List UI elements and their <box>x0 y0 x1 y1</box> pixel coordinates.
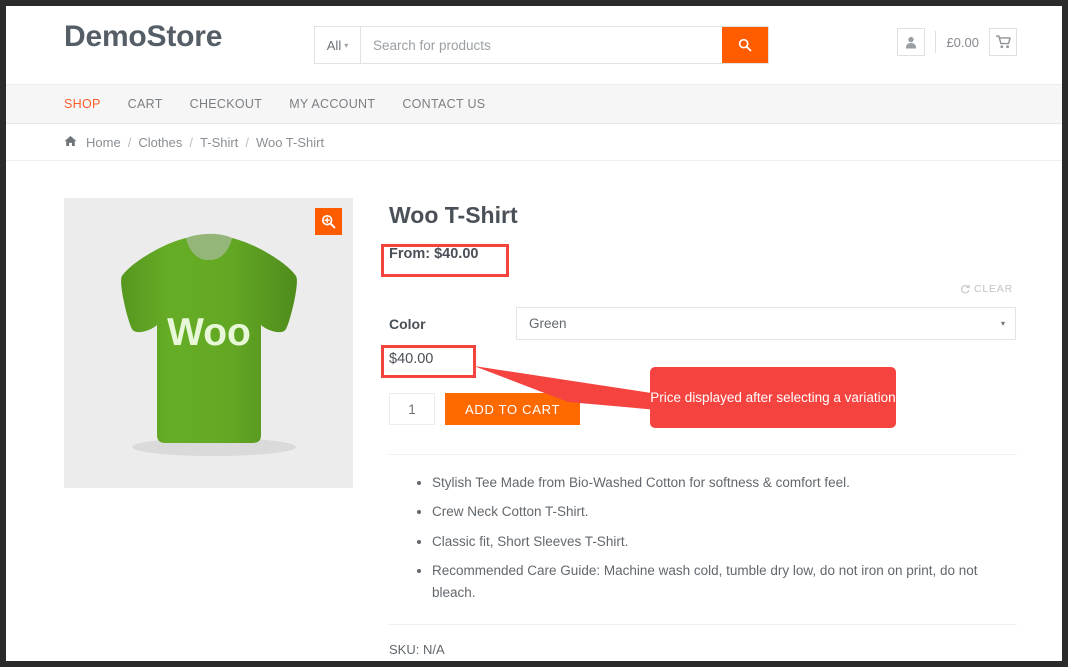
site-logo[interactable]: DemoStore <box>64 20 222 54</box>
annotation-callout: Price displayed after selecting a variat… <box>650 367 896 428</box>
breadcrumb-separator: / <box>189 134 194 150</box>
sku-value: N/A <box>422 642 445 658</box>
browser-page: DemoStore All ▾ £0.00 <box>6 6 1062 661</box>
home-icon <box>64 135 77 150</box>
list-item: Classic fit, Short Sleeves T-Shirt. <box>432 531 1017 553</box>
breadcrumb-item-tshirt[interactable]: T-Shirt <box>200 135 238 150</box>
shopping-cart-icon <box>995 35 1011 49</box>
chevron-down-icon: ▾ <box>1000 319 1005 328</box>
attribute-select-color[interactable]: Green ▾ <box>516 307 1016 340</box>
clear-variation-row: CLEAR <box>389 281 1017 299</box>
product-summary: Woo T-Shirt From: $40.00 CLEAR Color Gre… <box>389 198 1017 661</box>
list-item: Recommended Care Guide: Machine wash col… <box>432 560 1017 605</box>
cart-button[interactable] <box>989 28 1017 56</box>
header-actions: £0.00 <box>897 28 1017 56</box>
product-gallery[interactable]: Woo <box>64 198 353 488</box>
attribute-label-color: Color <box>389 315 426 332</box>
my-account-button[interactable] <box>897 28 926 56</box>
breadcrumb-separator: / <box>127 134 132 150</box>
nav-item-checkout[interactable]: CHECKOUT <box>190 97 263 111</box>
breadcrumb: Home / Clothes / T-Shirt / Woo T-Shirt <box>6 124 1062 161</box>
nav-item-shop[interactable]: SHOP <box>64 97 101 111</box>
annotation-callout-text: Price displayed after selecting a variat… <box>650 390 896 405</box>
product-description: Stylish Tee Made from Bio-Washed Cotton … <box>389 454 1017 604</box>
product-sku: SKU: N/A <box>389 640 1017 660</box>
breadcrumb-item-current: Woo T-Shirt <box>255 134 325 150</box>
variation-price: $40.00 <box>389 351 434 367</box>
cart-total: £0.00 <box>946 34 979 50</box>
header-divider <box>935 31 937 53</box>
product-search-form: All ▾ <box>314 26 769 64</box>
main-navigation: SHOP CART CHECKOUT MY ACCOUNT CONTACT US <box>6 84 1062 124</box>
search-submit-button[interactable] <box>722 27 768 63</box>
quantity-input[interactable] <box>389 393 435 425</box>
search-input[interactable] <box>361 27 722 63</box>
product-meta: SKU: N/A Categories: Clothes, T-Shirt <box>389 624 1017 661</box>
search-category-label: All <box>326 37 342 53</box>
nav-item-cart[interactable]: CART <box>128 97 163 111</box>
chevron-down-icon: ▾ <box>344 40 349 50</box>
breadcrumb-item-home[interactable]: Home <box>86 135 121 150</box>
product-detail: Woo Woo T-Shirt From: $40.00 CLEAR Color… <box>6 161 1062 661</box>
add-to-cart-button[interactable]: ADD TO CART <box>445 393 581 425</box>
magnifier-plus-icon <box>321 214 336 229</box>
image-zoom-button[interactable] <box>315 208 342 235</box>
nav-item-my-account[interactable]: MY ACCOUNT <box>289 97 375 111</box>
variation-selector-row: Color Green ▾ <box>389 307 1017 340</box>
refresh-icon <box>961 284 970 294</box>
product-image: Woo <box>64 198 353 488</box>
user-icon <box>906 36 917 48</box>
description-bullet-list: Stylish Tee Made from Bio-Washed Cotton … <box>389 472 1017 604</box>
breadcrumb-item-clothes[interactable]: Clothes <box>138 135 182 150</box>
nav-item-contact-us[interactable]: CONTACT US <box>402 97 485 111</box>
breadcrumb-separator: / <box>245 134 249 150</box>
attribute-selected-value: Green <box>529 316 567 331</box>
product-categories: Categories: Clothes, T-Shirt <box>389 660 1017 661</box>
sku-label: SKU: <box>389 642 420 658</box>
list-item: Stylish Tee Made from Bio-Washed Cotton … <box>432 472 1017 494</box>
search-icon <box>738 38 752 52</box>
green-tshirt-image: Woo <box>120 233 297 456</box>
search-category-select[interactable]: All ▾ <box>315 27 361 63</box>
product-title: Woo T-Shirt <box>389 202 518 228</box>
shirt-logo-text: Woo <box>167 311 251 354</box>
site-header: DemoStore All ▾ £0.00 <box>6 6 1062 84</box>
product-price-range: From: $40.00 <box>389 246 479 262</box>
list-item: Crew Neck Cotton T-Shirt. <box>432 501 1017 523</box>
clear-variations-link[interactable]: CLEAR <box>960 283 1013 295</box>
clear-label: CLEAR <box>973 283 1013 295</box>
